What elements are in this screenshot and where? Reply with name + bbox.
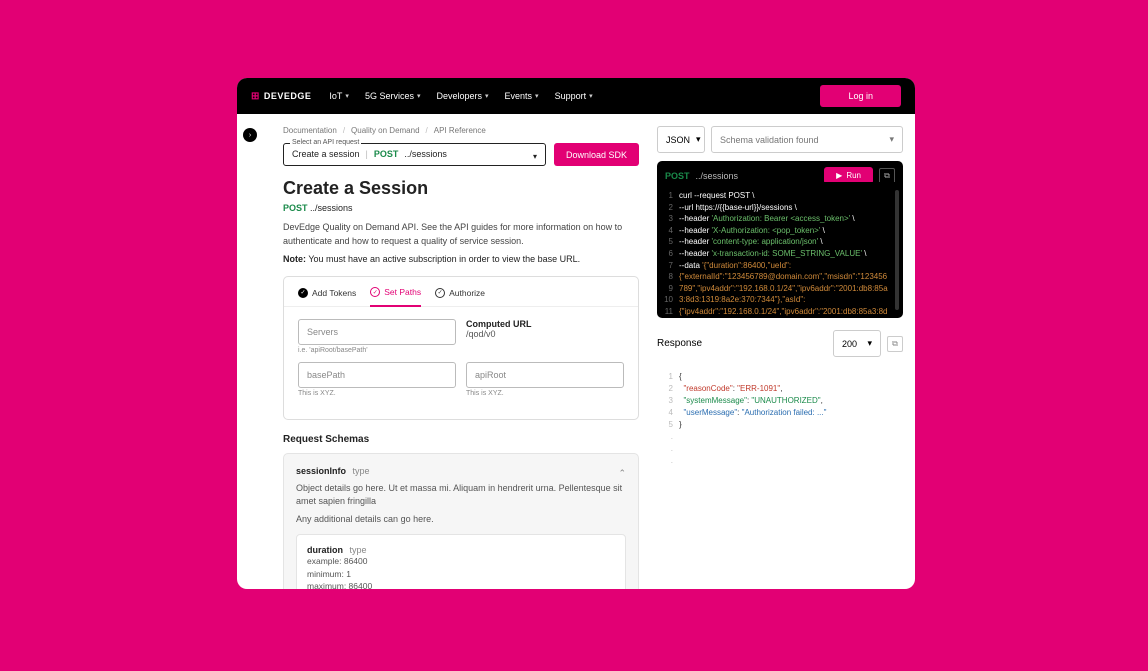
chevron-down-icon: ▾ <box>535 92 539 100</box>
schema-type: type <box>353 466 370 476</box>
request-schemas-heading: Request Schemas <box>283 434 639 445</box>
basepath-hint: This is XYZ. <box>298 390 456 397</box>
play-icon: ▶ <box>836 171 842 180</box>
brand-mark-icon: ⊞ <box>251 91 260 102</box>
basepath-input[interactable]: basePath <box>298 362 456 388</box>
endpoint-path: ../sessions <box>310 203 353 213</box>
apiroot-hint: This is XYZ. <box>466 390 624 397</box>
servers-hint: i.e. 'apiRoot/basePath' <box>298 347 456 354</box>
main-content: Documentation/ Quality on Demand/ API Re… <box>237 114 657 589</box>
nav-label: Events <box>505 91 533 101</box>
response-label: Response <box>657 338 827 349</box>
child-name: duration <box>307 545 343 555</box>
step-add-tokens[interactable]: ✓Add Tokens <box>298 287 356 306</box>
chevron-down-icon: ▾ <box>345 92 349 100</box>
check-icon: ✓ <box>370 287 380 297</box>
kv-maximum: maximum: 86400 <box>307 580 615 589</box>
computed-url-label: Computed URL <box>466 319 624 329</box>
response-body: 1{2 "reasonCode": "ERR-1091",3 "systemMe… <box>657 365 903 473</box>
nav-label: 5G Services <box>365 91 414 101</box>
check-icon: ✓ <box>435 288 445 298</box>
apiroot-input[interactable]: apiRoot <box>466 362 624 388</box>
paths-card: ✓Add Tokens ✓Set Paths ✓Authorize Server… <box>283 276 639 420</box>
selector-method: POST <box>374 149 399 159</box>
servers-input[interactable]: Servers <box>298 319 456 345</box>
caret-down-icon: ▾ <box>533 152 537 161</box>
nav-developers[interactable]: Developers▾ <box>436 91 488 101</box>
schema-sessioninfo: ⌃ sessionInfo type Object details go her… <box>283 453 639 589</box>
selector-label: Select an API request <box>290 139 361 146</box>
nav-5g[interactable]: 5G Services▾ <box>365 91 421 101</box>
caret-down-icon: ▾ <box>867 338 872 349</box>
copy-response-button[interactable]: ⧉ <box>887 336 903 352</box>
nav-label: Support <box>555 91 587 101</box>
brand-logo[interactable]: ⊞ DEVEDGE <box>251 91 311 102</box>
schema-desc: Object details go here. Ut et massa mi. … <box>296 482 626 507</box>
request-method: POST <box>665 171 690 181</box>
format-dropdown[interactable]: JSON▾ <box>657 126 705 153</box>
endpoint-method: POST <box>283 203 308 213</box>
nav-iot[interactable]: IoT▾ <box>329 91 349 101</box>
api-request-selector[interactable]: Select an API request Create a session |… <box>283 143 546 166</box>
app-window: ⊞ DEVEDGE IoT▾ 5G Services▾ Developers▾ … <box>237 78 915 589</box>
request-code[interactable]: 1curl --request POST \2--url https://{{b… <box>657 182 903 318</box>
crumb-qod[interactable]: Quality on Demand <box>351 126 419 135</box>
child-type: type <box>350 545 367 555</box>
computed-url-value: /qod/v0 <box>466 329 624 339</box>
page-note: Note: You must have an active subscripti… <box>283 254 639 264</box>
selector-title: Create a session <box>292 149 360 159</box>
schema-name: sessionInfo <box>296 466 346 476</box>
nav-label: Developers <box>436 91 482 101</box>
page-title: Create a Session <box>283 178 639 199</box>
primary-nav: IoT▾ 5G Services▾ Developers▾ Events▾ Su… <box>329 91 592 101</box>
step-authorize[interactable]: ✓Authorize <box>435 287 485 306</box>
collapse-toggle[interactable]: ⌃ <box>618 468 626 479</box>
login-button[interactable]: Log in <box>820 85 901 107</box>
page-description: DevEdge Quality on Demand API. See the A… <box>283 221 639 248</box>
crumb-documentation[interactable]: Documentation <box>283 126 337 135</box>
selector-path: ../sessions <box>404 149 447 159</box>
schema-duration: duration type example: 86400 minimum: 1 … <box>296 534 626 589</box>
schema-extra: Any additional details can go here. <box>296 513 626 526</box>
caret-down-icon: ▾ <box>889 134 894 145</box>
validation-dropdown[interactable]: Schema validation found▾ <box>711 126 903 153</box>
download-sdk-button[interactable]: Download SDK <box>554 143 639 166</box>
collapse-sidebar-button[interactable]: › <box>243 128 257 142</box>
brand-text: DEVEDGE <box>264 91 312 101</box>
response-code-dropdown[interactable]: 200▾ <box>833 330 881 357</box>
step-set-paths[interactable]: ✓Set Paths <box>370 287 421 307</box>
kv-minimum: minimum: 1 <box>307 568 615 581</box>
breadcrumb: Documentation/ Quality on Demand/ API Re… <box>283 126 639 135</box>
kv-example: example: 86400 <box>307 555 615 568</box>
chevron-down-icon: ▾ <box>417 92 421 100</box>
check-icon: ✓ <box>298 288 308 298</box>
crumb-api-ref[interactable]: API Reference <box>434 126 486 135</box>
nav-events[interactable]: Events▾ <box>505 91 539 101</box>
chevron-down-icon: ▾ <box>485 92 489 100</box>
nav-support[interactable]: Support▾ <box>555 91 593 101</box>
caret-down-icon: ▾ <box>696 134 701 145</box>
nav-label: IoT <box>329 91 342 101</box>
step-tabs: ✓Add Tokens ✓Set Paths ✓Authorize <box>284 277 638 307</box>
chevron-down-icon: ▾ <box>589 92 593 100</box>
right-panel: JSON▾ Schema validation found▾ POST ../s… <box>657 114 915 589</box>
top-nav: ⊞ DEVEDGE IoT▾ 5G Services▾ Developers▾ … <box>237 78 915 114</box>
request-path: ../sessions <box>696 171 739 181</box>
